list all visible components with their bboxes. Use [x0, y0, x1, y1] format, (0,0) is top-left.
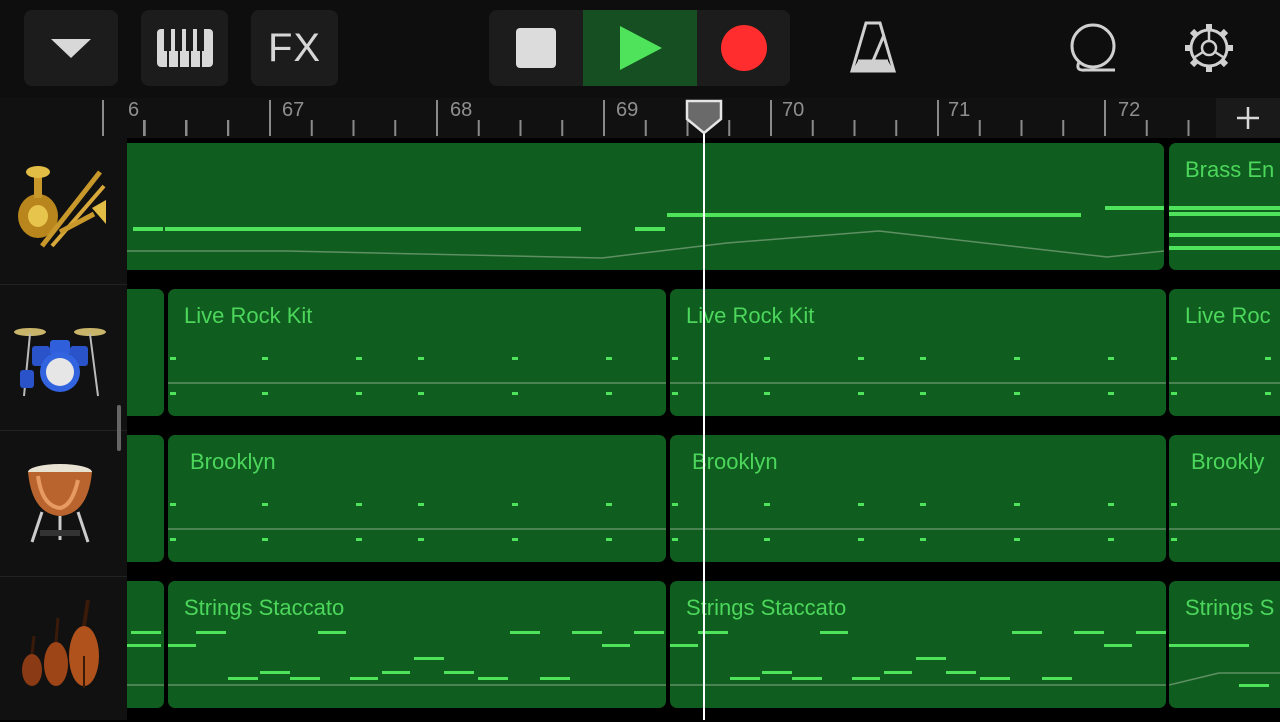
midi-notes [670, 631, 1166, 686]
settings-button[interactable] [1174, 10, 1244, 86]
loop-browser-button[interactable] [1058, 10, 1128, 86]
bar-label-71: 71 [948, 99, 971, 121]
region-drums-3[interactable]: Live Roc [1169, 289, 1280, 416]
playhead-handle[interactable] [685, 99, 723, 135]
playhead-line [703, 128, 705, 720]
fx-button-label: FX [267, 25, 322, 70]
browser-button[interactable] [24, 10, 118, 86]
loop-browser-icon [1070, 23, 1116, 72]
region-brass-1[interactable] [127, 143, 1164, 270]
vertical-scrollbar[interactable] [117, 405, 121, 451]
midi-notes [168, 503, 666, 541]
add-section-button[interactable] [1216, 98, 1280, 138]
midi-notes [1169, 644, 1280, 687]
track-headers [0, 138, 127, 720]
ruler-ticks [102, 100, 1190, 136]
track-header-drums[interactable] [0, 284, 127, 431]
bar-label-66: 6 [128, 99, 140, 121]
region-timpani-1[interactable]: Brooklyn [168, 435, 666, 562]
fx-button[interactable]: FX [251, 10, 338, 86]
brass-icon [18, 166, 106, 248]
region-drums-1[interactable]: Live Rock Kit [168, 289, 666, 416]
bar-label-69: 69 [616, 99, 639, 121]
bar-ruler[interactable]: 6 67 68 69 70 71 72 [0, 98, 1280, 138]
chevron-down-icon [51, 39, 91, 58]
gear-icon [1185, 24, 1233, 72]
midi-notes [670, 503, 1166, 541]
plus-icon [1237, 107, 1259, 129]
strings-icon [22, 599, 99, 688]
track-header-strings[interactable] [0, 576, 127, 722]
stop-button[interactable] [489, 10, 582, 86]
play-button[interactable] [583, 10, 697, 86]
midi-notes [1169, 503, 1280, 541]
metronome-icon [850, 21, 896, 73]
timpani-icon [28, 464, 92, 543]
midi-notes [127, 206, 1164, 259]
bar-label-68: 68 [450, 99, 473, 121]
region-drums-2[interactable]: Live Rock Kit [670, 289, 1166, 416]
region-timpani-3[interactable]: Brookly [1169, 435, 1280, 562]
midi-notes [1169, 206, 1280, 250]
region-timpani-partial[interactable] [127, 435, 164, 562]
control-bar: FX [0, 0, 1280, 98]
piano-keys-icon [156, 29, 213, 67]
region-strings-3[interactable]: Strings S [1169, 581, 1280, 708]
bar-label-72: 72 [1118, 99, 1141, 121]
track-header-timpani[interactable] [0, 430, 127, 577]
record-button[interactable] [698, 10, 790, 86]
region-drums-partial[interactable] [127, 289, 164, 416]
metronome-button[interactable] [838, 10, 908, 86]
region-strings-1[interactable]: Strings Staccato [168, 581, 666, 708]
midi-notes [670, 357, 1166, 395]
region-brass-2[interactable]: Brass En [1169, 143, 1280, 270]
stop-icon [515, 28, 556, 68]
region-strings-partial[interactable] [127, 581, 164, 708]
midi-notes [1169, 357, 1280, 395]
drum-kit-icon [14, 328, 106, 397]
track-header-brass[interactable] [0, 138, 127, 285]
bar-label-67: 67 [282, 99, 305, 121]
play-icon [620, 26, 662, 70]
midi-notes [127, 631, 164, 686]
transport-controls [489, 10, 790, 86]
midi-notes [168, 357, 666, 395]
record-icon [721, 25, 767, 71]
keyboard-button[interactable] [141, 10, 228, 86]
bar-label-70: 70 [782, 99, 805, 121]
region-timpani-2[interactable]: Brooklyn [670, 435, 1166, 562]
midi-notes [168, 631, 666, 686]
region-strings-2[interactable]: Strings Staccato [670, 581, 1166, 708]
